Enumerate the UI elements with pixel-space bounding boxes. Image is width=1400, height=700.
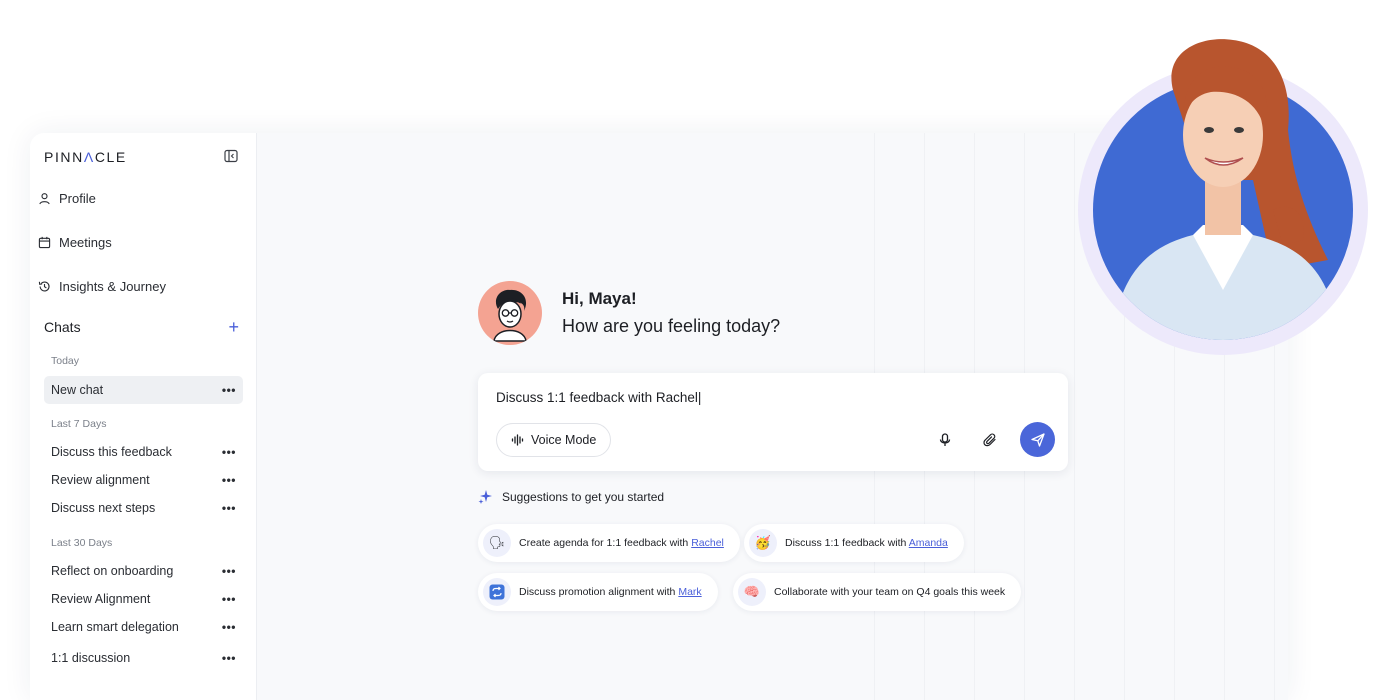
more-options-icon[interactable]: ••• <box>222 502 236 514</box>
repeat-icon <box>483 578 511 606</box>
attach-button[interactable] <box>980 430 1000 450</box>
send-button[interactable] <box>1020 422 1055 457</box>
suggestion-chip[interactable]: Discuss promotion alignment with Mark <box>478 573 718 611</box>
profile-photo <box>1113 39 1338 340</box>
user-icon <box>39 192 50 204</box>
nav-label: Insights & Journey <box>59 278 166 294</box>
more-options-icon[interactable]: ••• <box>222 652 236 664</box>
more-options-icon[interactable]: ••• <box>222 593 236 605</box>
message-input[interactable]: Discuss 1:1 feedback with Rachel| <box>496 390 701 405</box>
suggestion-chip[interactable]: 🧠 Collaborate with your team on Q4 goals… <box>733 573 1022 611</box>
chat-item-label: Review Alignment <box>51 592 151 606</box>
suggestion-text: Discuss 1:1 feedback with Amanda <box>785 537 948 549</box>
waveform-icon <box>511 434 524 446</box>
sidebar-toggle-icon <box>224 149 238 163</box>
chats-title: Chats <box>44 319 81 335</box>
send-icon <box>1030 432 1045 447</box>
party-face-icon: 🥳 <box>749 529 777 557</box>
chat-item-label: Discuss next steps <box>51 501 156 515</box>
logo: PINNΛCLE <box>44 149 127 165</box>
nav-label: Meetings <box>59 234 112 250</box>
more-options-icon[interactable]: ••• <box>222 446 236 458</box>
greeting-question: How are you feeling today? <box>562 316 781 336</box>
message-composer: Discuss 1:1 feedback with Rachel| Voice … <box>478 373 1068 471</box>
cartoon-face-icon <box>493 289 527 342</box>
chat-item[interactable]: Discuss next steps ••• <box>44 494 243 522</box>
microphone-icon <box>939 433 951 446</box>
chat-item-label: 1:1 discussion <box>51 651 131 665</box>
group-label-last-30-days: Last 30 Days <box>51 537 113 549</box>
suggestion-text: Collaborate with your team on Q4 goals t… <box>774 586 1006 598</box>
nav-insights-journey[interactable]: Insights & Journey <box>38 272 244 300</box>
suggestion-text: Create agenda for 1:1 feedback with Rach… <box>519 537 724 549</box>
brain-icon: 🧠 <box>738 578 766 606</box>
paperclip-icon <box>983 433 996 447</box>
group-label-last-7-days: Last 7 Days <box>51 418 107 430</box>
suggestions-header: Suggestions to get you started <box>478 489 664 504</box>
nav-profile[interactable]: Profile <box>38 184 244 212</box>
sidebar: PINNΛCLE Profile Meetings Insights & Jou… <box>30 133 257 700</box>
chat-item-label: Learn smart delegation <box>51 620 179 634</box>
chat-item[interactable]: Review alignment ••• <box>44 466 243 494</box>
more-options-icon[interactable]: ••• <box>222 384 236 396</box>
chat-item-new-chat[interactable]: New chat ••• <box>44 376 243 404</box>
group-label-today: Today <box>51 355 80 367</box>
more-options-icon[interactable]: ••• <box>222 565 236 577</box>
chat-item[interactable]: Discuss this feedback ••• <box>44 438 243 466</box>
more-options-icon[interactable]: ••• <box>222 474 236 486</box>
chat-item-label: Reflect on onboarding <box>51 564 174 578</box>
collapse-sidebar-button[interactable] <box>224 149 238 163</box>
sparkle-icon <box>478 490 492 504</box>
suggestions-title: Suggestions to get you started <box>502 489 665 504</box>
chat-item-label: Review alignment <box>51 473 150 487</box>
suggestion-chip[interactable]: 🥳 Discuss 1:1 feedback with Amanda <box>744 524 964 562</box>
voice-mode-button[interactable]: Voice Mode <box>496 423 612 457</box>
chat-item[interactable]: Learn smart delegation ••• <box>44 613 243 641</box>
voice-mode-label: Voice Mode <box>531 433 597 447</box>
more-options-icon[interactable]: ••• <box>222 621 236 633</box>
suggestion-chip[interactable]: 🗣 Create agenda for 1:1 feedback with Ra… <box>478 524 740 562</box>
greeting-name: Hi, Maya! <box>562 289 637 308</box>
chat-item[interactable]: Review Alignment ••• <box>44 585 243 613</box>
chat-item[interactable]: Reflect on onboarding ••• <box>44 557 243 585</box>
assistant-avatar <box>478 281 542 345</box>
calendar-icon <box>38 236 51 248</box>
chat-item-label: New chat <box>51 383 104 397</box>
chat-item[interactable]: 1:1 discussion ••• <box>44 644 243 672</box>
speaking-head-icon: 🗣 <box>483 529 511 557</box>
chats-header: Chats + <box>44 318 239 336</box>
suggestion-text: Discuss promotion alignment with Mark <box>519 586 702 598</box>
history-icon <box>38 280 50 291</box>
nav-meetings[interactable]: Meetings <box>38 228 244 256</box>
chat-item-label: Discuss this feedback <box>51 445 172 459</box>
new-chat-plus-icon[interactable]: + <box>228 318 239 336</box>
microphone-button[interactable] <box>935 430 955 450</box>
nav-label: Profile <box>59 190 96 206</box>
